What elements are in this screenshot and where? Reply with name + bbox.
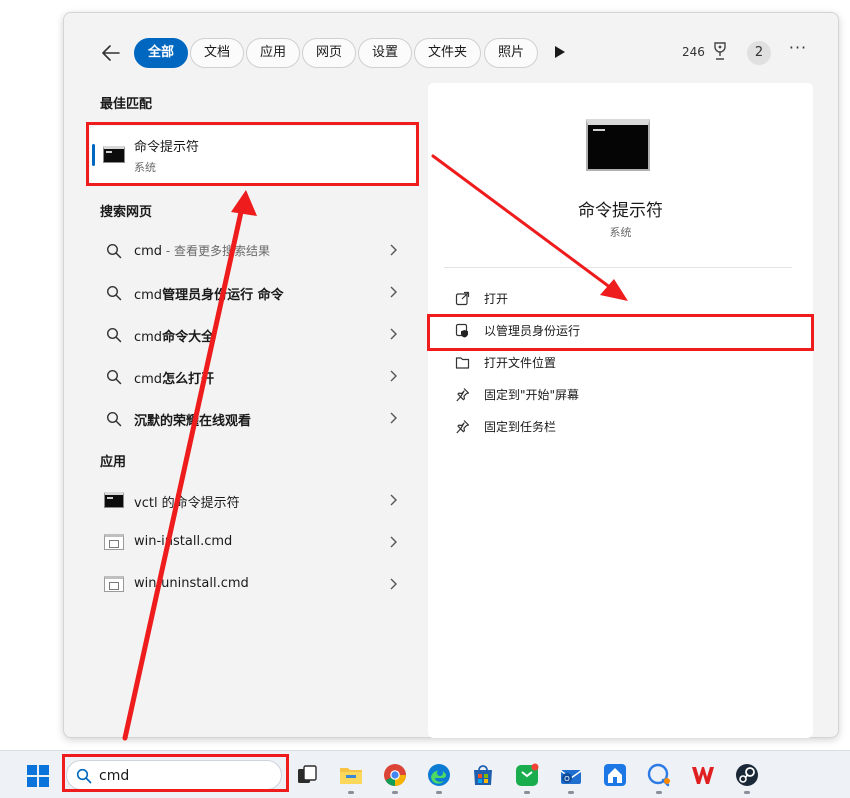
- search-icon: [106, 243, 122, 259]
- notification-badge[interactable]: 2: [747, 41, 771, 65]
- pin-icon: [456, 420, 470, 434]
- cmd-file-icon: [104, 534, 124, 550]
- action-label: 打开: [484, 292, 509, 306]
- action-label: 打开文件位置: [484, 356, 557, 370]
- app-result-label: vctl 的命令提示符: [134, 496, 240, 511]
- best-match-heading: 最佳匹配: [100, 97, 153, 112]
- folder-icon: [455, 357, 470, 369]
- annotation-box-best-match: [86, 122, 419, 186]
- edge-icon[interactable]: [426, 762, 452, 788]
- action-pin-to-taskbar[interactable]: 固定到任务栏: [444, 411, 794, 441]
- running-indicator: [744, 791, 750, 794]
- steam-icon[interactable]: [734, 762, 760, 788]
- store-icon[interactable]: [470, 762, 496, 788]
- running-indicator: [524, 791, 530, 794]
- svg-text:O: O: [564, 776, 570, 783]
- chrome-icon[interactable]: [382, 762, 408, 788]
- rewards-trophy-icon[interactable]: [712, 41, 728, 61]
- web-result-item[interactable]: cmd管理员身份运行 命令: [90, 272, 416, 312]
- back-button[interactable]: [100, 42, 122, 64]
- web-result-item[interactable]: cmd怎么打开: [90, 356, 416, 396]
- windows-logo-icon: [27, 765, 49, 787]
- detail-subtitle: 系统: [609, 226, 632, 239]
- app-icon[interactable]: [602, 762, 628, 788]
- tab-folders[interactable]: 文件夹: [414, 38, 482, 68]
- tab-settings[interactable]: 设置: [358, 38, 413, 68]
- app-result-item[interactable]: vctl 的命令提示符: [90, 480, 416, 520]
- running-indicator: [392, 791, 398, 794]
- wps-icon[interactable]: [690, 762, 716, 788]
- app-result-item[interactable]: win-install.cmd: [90, 522, 416, 562]
- search-icon: [106, 411, 122, 427]
- chat-icon[interactable]: [646, 762, 672, 788]
- web-result-text: cmd怎么打开: [134, 372, 215, 387]
- more-tabs-button[interactable]: [554, 44, 568, 62]
- web-result-item[interactable]: cmd - 查看更多搜索结果: [90, 230, 416, 270]
- app-result-label: win-install.cmd: [134, 534, 233, 549]
- task-view-icon[interactable]: [294, 762, 320, 788]
- chevron-right-icon: [390, 328, 397, 340]
- more-options-button[interactable]: ···: [786, 40, 810, 63]
- web-result-item[interactable]: 沉默的荣耀在线观看: [90, 398, 416, 438]
- chevron-right-icon: [390, 536, 397, 548]
- command-prompt-large-icon: [586, 119, 650, 171]
- action-label: 固定到"开始"屏幕: [484, 388, 580, 402]
- action-open-file-location[interactable]: 打开文件位置: [444, 347, 794, 377]
- web-result-text: cmd管理员身份运行 命令: [134, 288, 284, 303]
- search-icon: [106, 327, 122, 343]
- pin-icon: [456, 388, 470, 402]
- play-icon: [555, 46, 565, 58]
- search-panel: 全部 文档 应用 网页 设置 文件夹 照片 246 2 ··· 最佳匹配 命令提…: [63, 12, 839, 738]
- tab-all[interactable]: 全部: [134, 38, 189, 68]
- chevron-right-icon: [390, 578, 397, 590]
- web-result-text: 沉默的荣耀在线观看: [134, 414, 252, 429]
- running-indicator: [436, 791, 442, 794]
- tab-documents[interactable]: 文档: [190, 38, 245, 68]
- web-result-text: cmd - 查看更多搜索结果: [134, 244, 271, 259]
- annotation-box-search: [62, 754, 289, 792]
- running-indicator: [348, 791, 354, 794]
- tab-photos[interactable]: 照片: [484, 38, 539, 68]
- rewards-points: 246: [682, 45, 705, 59]
- command-prompt-icon: [104, 492, 124, 508]
- arrow-left-icon: [102, 45, 120, 61]
- app-result-label: win-uninstall.cmd: [134, 576, 249, 591]
- apps-heading: 应用: [100, 455, 127, 470]
- chevron-right-icon: [390, 494, 397, 506]
- annotation-box-run-as-admin: [427, 314, 814, 351]
- wechat-icon[interactable]: [514, 762, 540, 788]
- running-indicator: [656, 791, 662, 794]
- start-button[interactable]: [26, 764, 50, 788]
- web-result-item[interactable]: cmd命令大全: [90, 314, 416, 354]
- action-open[interactable]: 打开: [444, 283, 794, 313]
- open-external-icon: [455, 291, 470, 306]
- chevron-right-icon: [390, 244, 397, 256]
- chevron-right-icon: [390, 412, 397, 424]
- chevron-right-icon: [390, 370, 397, 382]
- app-result-item[interactable]: win-uninstall.cmd: [90, 564, 416, 604]
- action-label: 固定到任务栏: [484, 420, 557, 434]
- running-indicator: [568, 791, 574, 794]
- detail-title: 命令提示符: [578, 201, 663, 221]
- search-icon: [106, 285, 122, 301]
- cmd-file-icon: [104, 576, 124, 592]
- detail-pane: 命令提示符 系统 打开 以管理员身份运行 打开文件位置 固定到"开始"屏幕 固定…: [428, 83, 813, 738]
- web-search-heading: 搜索网页: [100, 205, 153, 220]
- chevron-right-icon: [390, 286, 397, 298]
- tab-web[interactable]: 网页: [302, 38, 357, 68]
- web-result-text: cmd命令大全: [134, 330, 215, 345]
- search-icon: [106, 369, 122, 385]
- divider: [444, 267, 792, 268]
- mail-icon[interactable]: O: [558, 762, 584, 788]
- file-explorer-icon[interactable]: [338, 762, 364, 788]
- action-pin-to-start[interactable]: 固定到"开始"屏幕: [444, 379, 794, 409]
- tab-apps[interactable]: 应用: [246, 38, 301, 68]
